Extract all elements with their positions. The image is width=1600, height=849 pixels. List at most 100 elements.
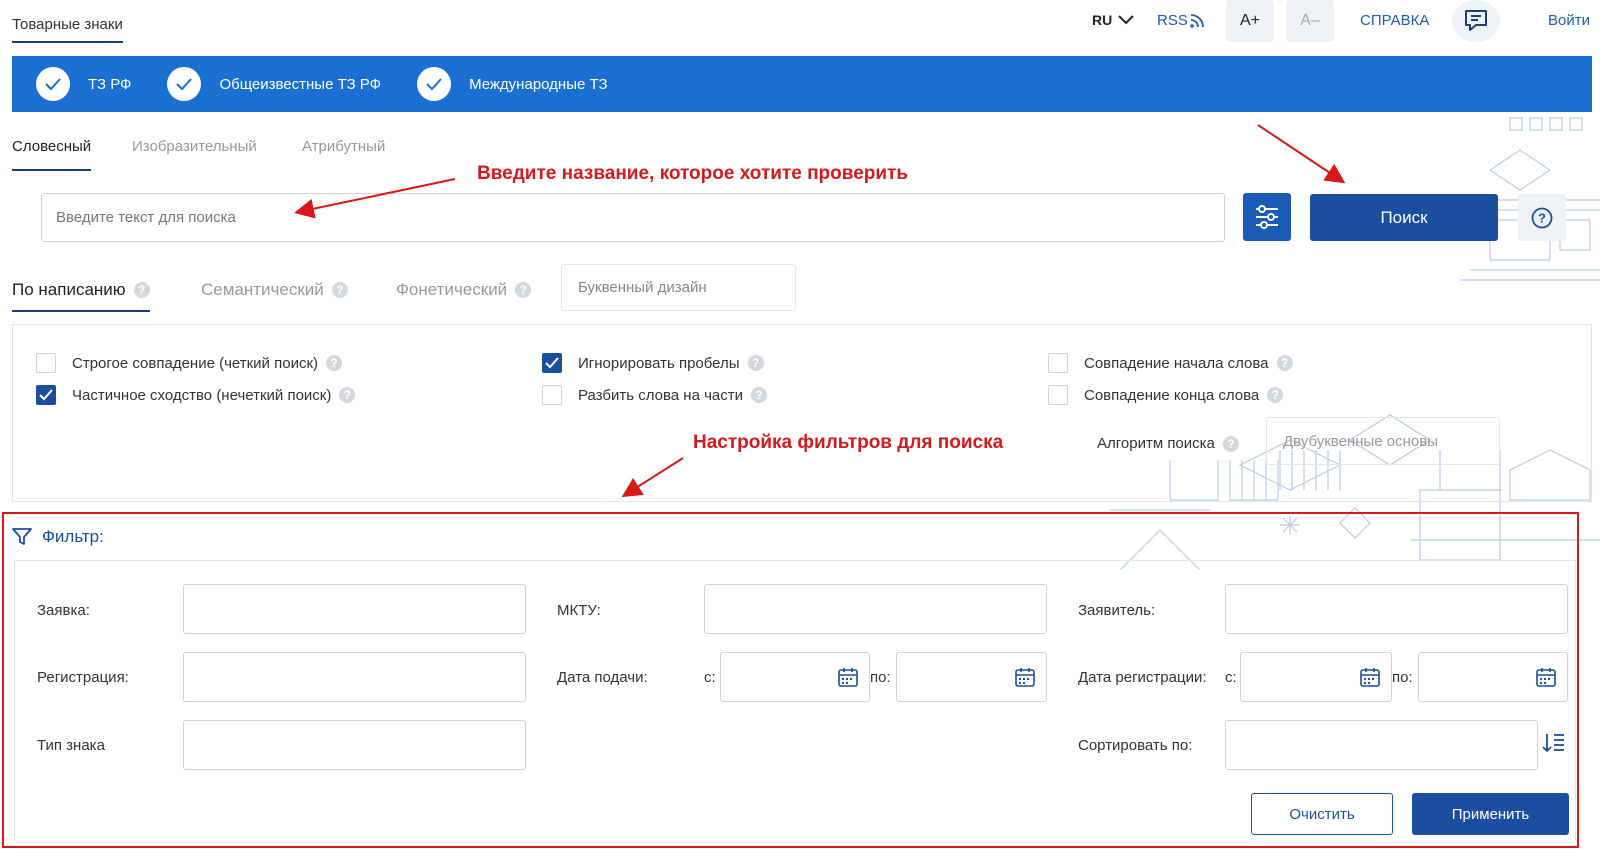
option-strict-match[interactable]: Строгое совпадение (четкий поиск) ? (36, 353, 343, 373)
mode-semantic[interactable]: Семантический ? (201, 280, 348, 310)
help-icon[interactable]: ? (747, 355, 764, 371)
option-partial-match[interactable]: Частичное сходство (нечеткий поиск) ? (36, 385, 356, 405)
search-input[interactable] (41, 193, 1225, 242)
option-label: Частичное сходство (нечеткий поиск) (72, 386, 332, 404)
database-label: Международные ТЗ (469, 75, 608, 93)
help-icon[interactable]: ? (751, 387, 767, 403)
help-icon[interactable]: ? (133, 282, 150, 298)
language-selector[interactable]: RU (1092, 12, 1134, 28)
filter-icon (12, 528, 32, 545)
tab-figurative[interactable]: Изобразительный (132, 138, 257, 169)
checkbox[interactable] (1048, 353, 1068, 373)
help-icon[interactable]: ? (1276, 355, 1293, 371)
rss-link[interactable]: RSS (1157, 12, 1204, 29)
help-icon[interactable]: ? (515, 282, 532, 298)
registration-date-to-input[interactable] (1418, 652, 1568, 702)
algorithm-label: Алгоритм поиска ? (1097, 435, 1239, 452)
database-label: ТЗ РФ (88, 75, 132, 93)
check-circle-icon (167, 67, 202, 101)
registration-date-from-label: с: (1225, 669, 1237, 686)
applicant-input[interactable] (1225, 584, 1568, 634)
sort-order-icon[interactable] (1542, 731, 1566, 755)
registration-input[interactable] (183, 652, 526, 702)
language-label: RU (1092, 12, 1113, 28)
help-icon[interactable]: ? (1222, 435, 1239, 452)
mode-label: Фонетический (396, 280, 508, 299)
option-label: Совпадение конца слова (1084, 386, 1260, 404)
option-label: Игнорировать пробелы (578, 354, 740, 372)
annotation-enter-name: Введите название, которое хотите провери… (477, 163, 909, 184)
search-settings-button[interactable] (1243, 193, 1291, 241)
filing-date-from-input[interactable] (720, 652, 870, 702)
mode-label: Семантический (201, 280, 324, 299)
sliders-icon (1256, 205, 1278, 229)
question-circle-icon: ? (1531, 207, 1553, 228)
application-label: Заявка: (37, 602, 90, 619)
filter-title: Фильтр: (42, 527, 104, 546)
checkbox[interactable] (542, 385, 562, 405)
sort-by-select[interactable] (1225, 720, 1538, 770)
database-label: Общеизвестные ТЗ РФ (219, 75, 382, 93)
registration-date-from-input[interactable] (1240, 652, 1392, 702)
filter-toggle[interactable]: Фильтр: (12, 527, 104, 547)
database-tz-rf[interactable]: ТЗ РФ (36, 67, 131, 101)
help-icon[interactable]: ? (331, 282, 348, 298)
tab-verbal[interactable]: Словесный (12, 138, 92, 171)
mark-type-input[interactable] (183, 720, 526, 770)
applicant-label: Заявитель: (1078, 602, 1156, 619)
apply-button[interactable]: Применить (1412, 793, 1569, 835)
feedback-button[interactable] (1452, 0, 1500, 42)
checkbox[interactable] (36, 353, 56, 373)
application-input[interactable] (183, 584, 526, 634)
registration-date-to-label: по: (1392, 669, 1413, 686)
brand-title[interactable]: Товарные знаки (12, 16, 123, 43)
sort-by-label: Сортировать по: (1078, 737, 1193, 754)
help-link[interactable]: СПРАВКА (1360, 12, 1429, 29)
mark-type-label: Тип знака (37, 737, 105, 754)
mode-label: По написанию (12, 280, 126, 299)
help-icon[interactable]: ? (339, 387, 356, 403)
checkbox-checked[interactable] (542, 353, 562, 373)
login-link[interactable]: Войти (1548, 12, 1590, 29)
rss-icon (1190, 13, 1204, 28)
check-circle-icon (36, 67, 70, 101)
filing-date-to-label: по: (870, 669, 891, 686)
font-increase-button[interactable]: A+ (1226, 0, 1274, 42)
svg-text:?: ? (1538, 210, 1546, 225)
filing-date-to-input[interactable] (896, 652, 1047, 702)
mode-phonetic[interactable]: Фонетический ? (396, 280, 532, 310)
help-icon[interactable]: ? (326, 355, 343, 371)
calendar-icon[interactable] (1014, 666, 1036, 688)
registration-date-label: Дата регистрации: (1078, 669, 1207, 686)
option-label: Строгое совпадение (четкий поиск) (72, 354, 319, 372)
checkbox[interactable] (1048, 385, 1068, 405)
option-label: Совпадение начала слова (1084, 354, 1269, 372)
search-help-button[interactable]: ? (1518, 194, 1566, 241)
calendar-icon[interactable] (1359, 666, 1381, 688)
option-word-end[interactable]: Совпадение конца слова ? (1048, 385, 1284, 405)
help-icon[interactable]: ? (1267, 387, 1284, 403)
calendar-icon[interactable] (837, 666, 859, 688)
check-circle-icon (417, 67, 452, 101)
tab-attributive[interactable]: Атрибутный (302, 138, 385, 169)
calendar-icon[interactable] (1535, 666, 1557, 688)
rss-label: RSS (1157, 12, 1188, 29)
mktu-input[interactable] (704, 584, 1047, 634)
search-options-panel (12, 324, 1592, 502)
database-international-tz[interactable]: Международные ТЗ (417, 67, 608, 101)
checkbox-checked[interactable] (36, 385, 56, 405)
registration-label: Регистрация: (37, 669, 129, 686)
mode-spelling[interactable]: По написанию ? (12, 280, 150, 312)
option-split-words[interactable]: Разбить слова на части ? (542, 385, 767, 405)
algorithm-select[interactable]: Двубуквенные основы (1266, 417, 1500, 465)
database-bar: ТЗ РФ Общеизвестные ТЗ РФ Международные … (12, 56, 1592, 112)
option-word-start[interactable]: Совпадение начала слова ? (1048, 353, 1293, 373)
option-label: Разбить слова на части (578, 386, 743, 404)
font-decrease-button[interactable]: A– (1286, 0, 1334, 42)
chevron-down-icon (1118, 15, 1134, 25)
database-well-known-tz[interactable]: Общеизвестные ТЗ РФ (167, 67, 381, 101)
letter-design-button[interactable]: Буквенный дизайн (561, 264, 796, 311)
clear-button[interactable]: Очистить (1251, 793, 1393, 835)
search-button[interactable]: Поиск (1310, 194, 1498, 241)
option-ignore-spaces[interactable]: Игнорировать пробелы ? (542, 353, 764, 373)
